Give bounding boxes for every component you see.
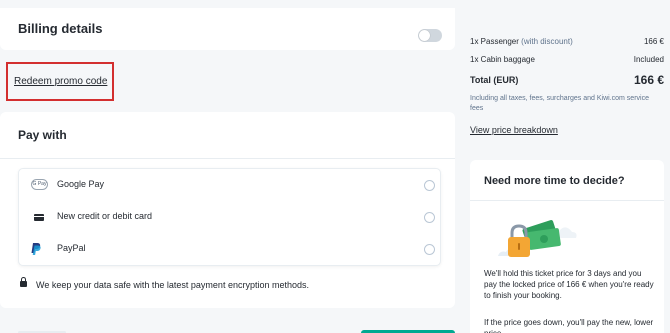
card-radio[interactable] bbox=[424, 212, 435, 223]
lock-icon bbox=[20, 277, 27, 287]
passenger-price: 166 € bbox=[643, 37, 664, 46]
credit-card-icon bbox=[34, 214, 44, 221]
security-note-text: We keep your data safe with the latest p… bbox=[36, 280, 309, 290]
payment-method-label: Google Pay bbox=[57, 179, 105, 189]
price-lock-title: Need more time to decide? bbox=[484, 175, 625, 187]
total-label: Total (EUR) bbox=[470, 75, 519, 85]
toggle-knob bbox=[419, 30, 430, 41]
price-lock-illustration-icon bbox=[498, 220, 577, 257]
divider bbox=[470, 200, 664, 201]
price-lock-card: Need more time to decide? We'll hold thi… bbox=[470, 160, 664, 333]
promo-highlight-box: Redeem promo code bbox=[6, 62, 114, 101]
divider bbox=[0, 158, 455, 159]
total-fine-print: Including all taxes, fees, surcharges an… bbox=[470, 95, 649, 112]
payment-method-label: PayPal bbox=[57, 243, 86, 253]
billing-details-card: Billing details bbox=[0, 8, 455, 50]
baggage-label: 1x Cabin baggage bbox=[470, 55, 535, 64]
view-price-breakdown-link[interactable]: View price breakdown bbox=[470, 125, 558, 135]
redeem-promo-code-link[interactable]: Redeem promo code bbox=[14, 76, 107, 87]
billing-details-title: Billing details bbox=[18, 21, 103, 36]
pay-with-title: Pay with bbox=[18, 128, 67, 142]
payment-method-label: New credit or debit card bbox=[57, 211, 153, 221]
paypal-icon bbox=[31, 243, 41, 255]
google-pay-icon: G Pay bbox=[31, 179, 48, 190]
paypal-radio[interactable] bbox=[424, 244, 435, 255]
passenger-label: 1x Passenger bbox=[470, 37, 519, 46]
total-value: 166 € bbox=[633, 73, 664, 87]
passenger-discount: (with discount) bbox=[521, 37, 573, 46]
payment-method-card[interactable]: New credit or debit card bbox=[19, 201, 440, 233]
payment-method-paypal[interactable]: PayPal bbox=[19, 233, 440, 265]
google-pay-radio[interactable] bbox=[424, 180, 435, 191]
billing-details-toggle[interactable] bbox=[418, 29, 442, 42]
price-lock-note: If the price goes down, you'll pay the n… bbox=[484, 318, 654, 333]
baggage-value: Included bbox=[633, 55, 664, 64]
price-lock-description: We'll hold this ticket price for 3 days … bbox=[484, 269, 654, 300]
payment-method-google-pay[interactable]: G Pay Google Pay bbox=[19, 169, 440, 201]
payment-methods-list: G Pay Google Pay New credit or debit car… bbox=[18, 168, 441, 266]
